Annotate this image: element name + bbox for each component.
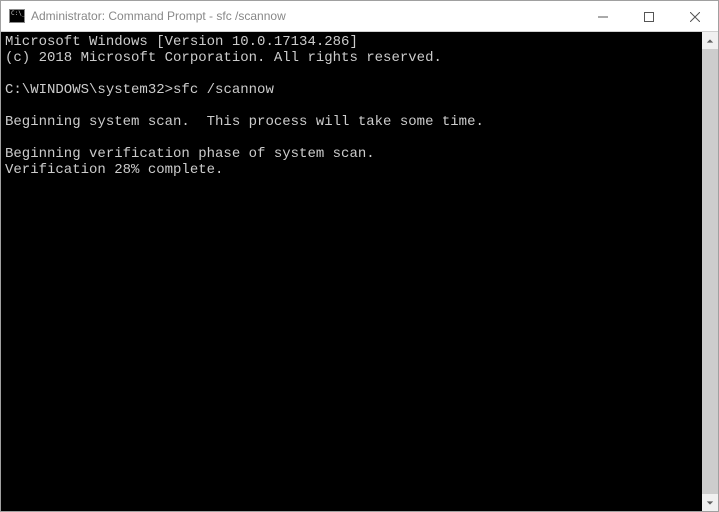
prompt: C:\WINDOWS\system32> <box>5 82 173 98</box>
verify-begin-line: Beginning verification phase of system s… <box>5 146 375 162</box>
scroll-thumb[interactable] <box>702 49 718 494</box>
window-controls <box>580 1 718 31</box>
scroll-track[interactable] <box>702 49 718 494</box>
copyright-line: (c) 2018 Microsoft Corporation. All righ… <box>5 50 442 66</box>
command-input: sfc /scannow <box>173 82 274 98</box>
maximize-icon <box>644 12 654 22</box>
minimize-icon <box>598 12 608 22</box>
scroll-down-button[interactable] <box>702 494 718 511</box>
chevron-down-icon <box>706 499 714 507</box>
titlebar[interactable]: Administrator: Command Prompt - sfc /sca… <box>1 1 718 32</box>
vertical-scrollbar[interactable] <box>702 32 718 511</box>
os-version-line: Microsoft Windows [Version 10.0.17134.28… <box>5 34 358 50</box>
verify-progress-line: Verification 28% complete. <box>5 162 223 178</box>
chevron-up-icon <box>706 37 714 45</box>
terminal-area: Microsoft Windows [Version 10.0.17134.28… <box>1 32 718 511</box>
close-button[interactable] <box>672 1 718 32</box>
maximize-button[interactable] <box>626 1 672 32</box>
command-prompt-window: Administrator: Command Prompt - sfc /sca… <box>0 0 719 512</box>
minimize-button[interactable] <box>580 1 626 32</box>
scroll-up-button[interactable] <box>702 32 718 49</box>
app-icon[interactable] <box>9 9 25 23</box>
scan-begin-line: Beginning system scan. This process will… <box>5 114 484 130</box>
close-icon <box>690 12 700 22</box>
terminal-output[interactable]: Microsoft Windows [Version 10.0.17134.28… <box>1 32 702 511</box>
window-title: Administrator: Command Prompt - sfc /sca… <box>31 9 580 23</box>
